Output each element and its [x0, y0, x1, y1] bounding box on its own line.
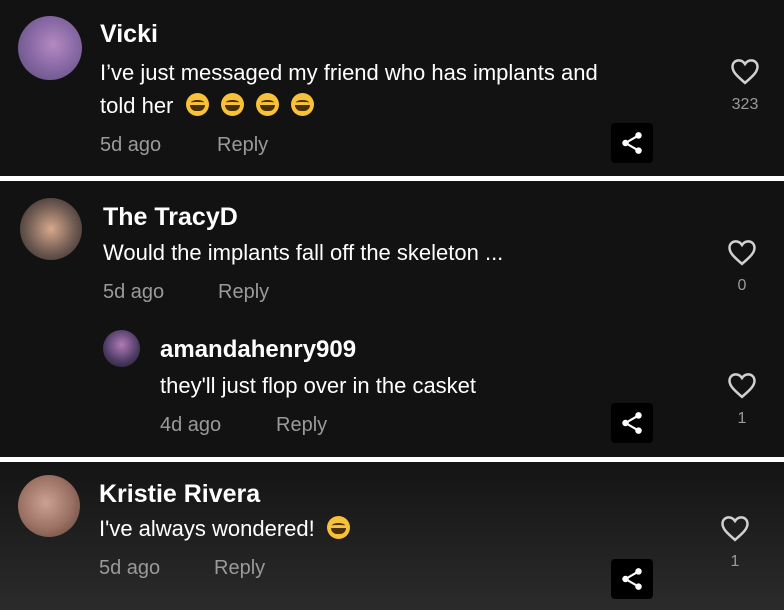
- comment-text: I’ve just messaged my friend who has imp…: [100, 60, 598, 85]
- comment-text-line2-label: told her: [100, 93, 174, 118]
- avatar[interactable]: [20, 198, 82, 260]
- comment-timestamp: 5d ago: [103, 281, 165, 303]
- comment-text: Would the implants fall off the skeleton…: [103, 240, 504, 265]
- comment-text: I've always wondered!: [99, 516, 350, 542]
- heart-outline-icon[interactable]: [727, 371, 757, 399]
- grinning-squinting-face-emoji: [255, 93, 279, 116]
- share-icon: [622, 412, 642, 434]
- comment-text-label: I've always wondered!: [99, 516, 315, 541]
- avatar[interactable]: [18, 475, 80, 537]
- comment-author[interactable]: Kristie Rivera: [99, 480, 260, 509]
- reply-button[interactable]: Reply: [218, 281, 269, 304]
- comment-timestamp: 5d ago: [99, 557, 161, 579]
- heart-outline-icon[interactable]: [727, 238, 757, 266]
- reply-button[interactable]: Reply: [276, 414, 327, 437]
- like-count: 1: [737, 410, 747, 427]
- avatar[interactable]: [103, 330, 140, 367]
- comment-author[interactable]: The TracyD: [103, 203, 238, 232]
- share-button[interactable]: [611, 559, 653, 599]
- grinning-squinting-face-emoji: [185, 93, 209, 116]
- heart-outline-icon[interactable]: [730, 57, 760, 85]
- like-count: 323: [731, 96, 759, 113]
- comment-timestamp: 5d ago: [100, 134, 162, 156]
- share-icon: [622, 568, 642, 590]
- reply-timestamp: 4d ago: [160, 414, 222, 436]
- reply-text: they'll just flop over in the casket: [160, 373, 477, 398]
- heart-outline-icon[interactable]: [720, 514, 750, 542]
- like-count: 1: [730, 553, 740, 570]
- reply-button[interactable]: Reply: [214, 557, 265, 580]
- comment-text-line2: told her: [100, 93, 314, 119]
- grinning-squinting-face-emoji: [290, 93, 314, 116]
- grinning-squinting-face-emoji: [326, 516, 350, 539]
- reply-button[interactable]: Reply: [217, 134, 268, 157]
- like-count: 0: [737, 277, 747, 294]
- share-button[interactable]: [611, 123, 653, 163]
- grinning-squinting-face-emoji: [220, 93, 244, 116]
- avatar[interactable]: [18, 16, 82, 80]
- share-icon: [622, 132, 642, 154]
- share-button[interactable]: [611, 403, 653, 443]
- reply-author[interactable]: amandahenry909: [160, 336, 356, 364]
- comment-author[interactable]: Vicki: [100, 20, 158, 49]
